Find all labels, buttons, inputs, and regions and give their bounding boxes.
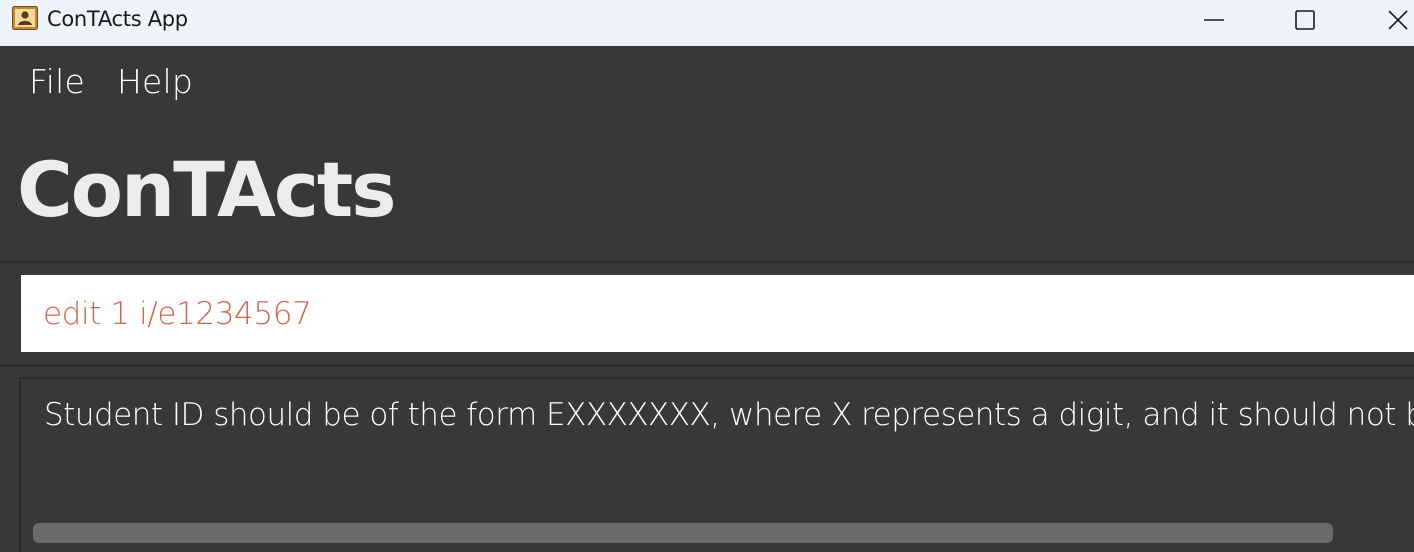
result-message: Student ID should be of the form EXXXXXX… bbox=[44, 397, 1414, 433]
maximize-button[interactable] bbox=[1282, 0, 1328, 40]
result-display: Student ID should be of the form EXXXXXX… bbox=[19, 377, 1414, 552]
app-heading: ConTActs bbox=[17, 145, 396, 234]
command-box bbox=[21, 275, 1414, 352]
close-button[interactable] bbox=[1375, 0, 1414, 40]
divider bbox=[0, 364, 1414, 367]
menu-help[interactable]: Help bbox=[117, 62, 193, 101]
horizontal-scrollbar[interactable] bbox=[33, 523, 1333, 543]
app-window: ConTActs App File Help ConTActs Student bbox=[0, 0, 1414, 552]
minimize-button[interactable] bbox=[1191, 0, 1237, 40]
minimize-icon bbox=[1203, 9, 1225, 31]
title-bar[interactable]: ConTActs App bbox=[0, 0, 1414, 46]
menu-file[interactable]: File bbox=[29, 62, 85, 101]
contact-book-icon bbox=[12, 6, 38, 30]
menu-bar: File Help bbox=[0, 46, 1414, 118]
close-icon bbox=[1387, 9, 1409, 31]
maximize-icon bbox=[1294, 9, 1316, 31]
command-input[interactable] bbox=[21, 275, 1414, 352]
window-title: ConTActs App bbox=[47, 7, 188, 31]
divider bbox=[0, 261, 1414, 263]
